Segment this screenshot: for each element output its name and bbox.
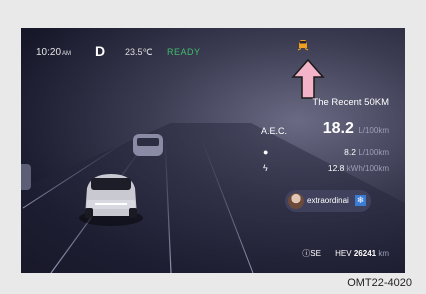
panel-title: The Recent 50KM bbox=[312, 97, 389, 108]
fuel-consumption-row: 8.2 L/100km bbox=[344, 147, 389, 157]
electric-bolt-icon: ϟ bbox=[263, 163, 268, 173]
gear-indicator: D bbox=[95, 43, 106, 59]
driver-profile[interactable]: extraordinai ❄ bbox=[285, 190, 371, 212]
ready-indicator: READY bbox=[167, 47, 201, 57]
snowflake-icon: ❄ bbox=[355, 195, 366, 206]
electric-consumption-row: 12.8 kWh/100km bbox=[327, 163, 389, 173]
clock: 10:20AM bbox=[36, 47, 72, 58]
instrument-cluster-screen: 10:20AM D 23.5℃ READY The Recent 50KM A.… bbox=[21, 28, 405, 273]
avatar bbox=[288, 193, 304, 209]
fuel-drop-icon: ● bbox=[263, 147, 269, 157]
figure-code: OMT22-4020 bbox=[347, 277, 412, 289]
profile-name: extraordinai bbox=[307, 196, 349, 205]
odometer: HEV 26241 km bbox=[335, 249, 389, 258]
forward-collision-warning-icon bbox=[297, 40, 309, 51]
aec-label: A.E.C. bbox=[261, 126, 288, 136]
drive-mode: ⓘSE bbox=[302, 249, 321, 258]
aec-value: 18.2 L/100km bbox=[322, 120, 389, 137]
outside-temperature: 23.5℃ bbox=[125, 47, 153, 57]
status-bar: 10:20AM D 23.5℃ READY bbox=[21, 42, 405, 62]
lead-vehicle bbox=[133, 134, 163, 156]
footer-bar: ⓘSE HEV 26241 km bbox=[302, 248, 389, 259]
callout-arrow-icon bbox=[291, 58, 325, 99]
